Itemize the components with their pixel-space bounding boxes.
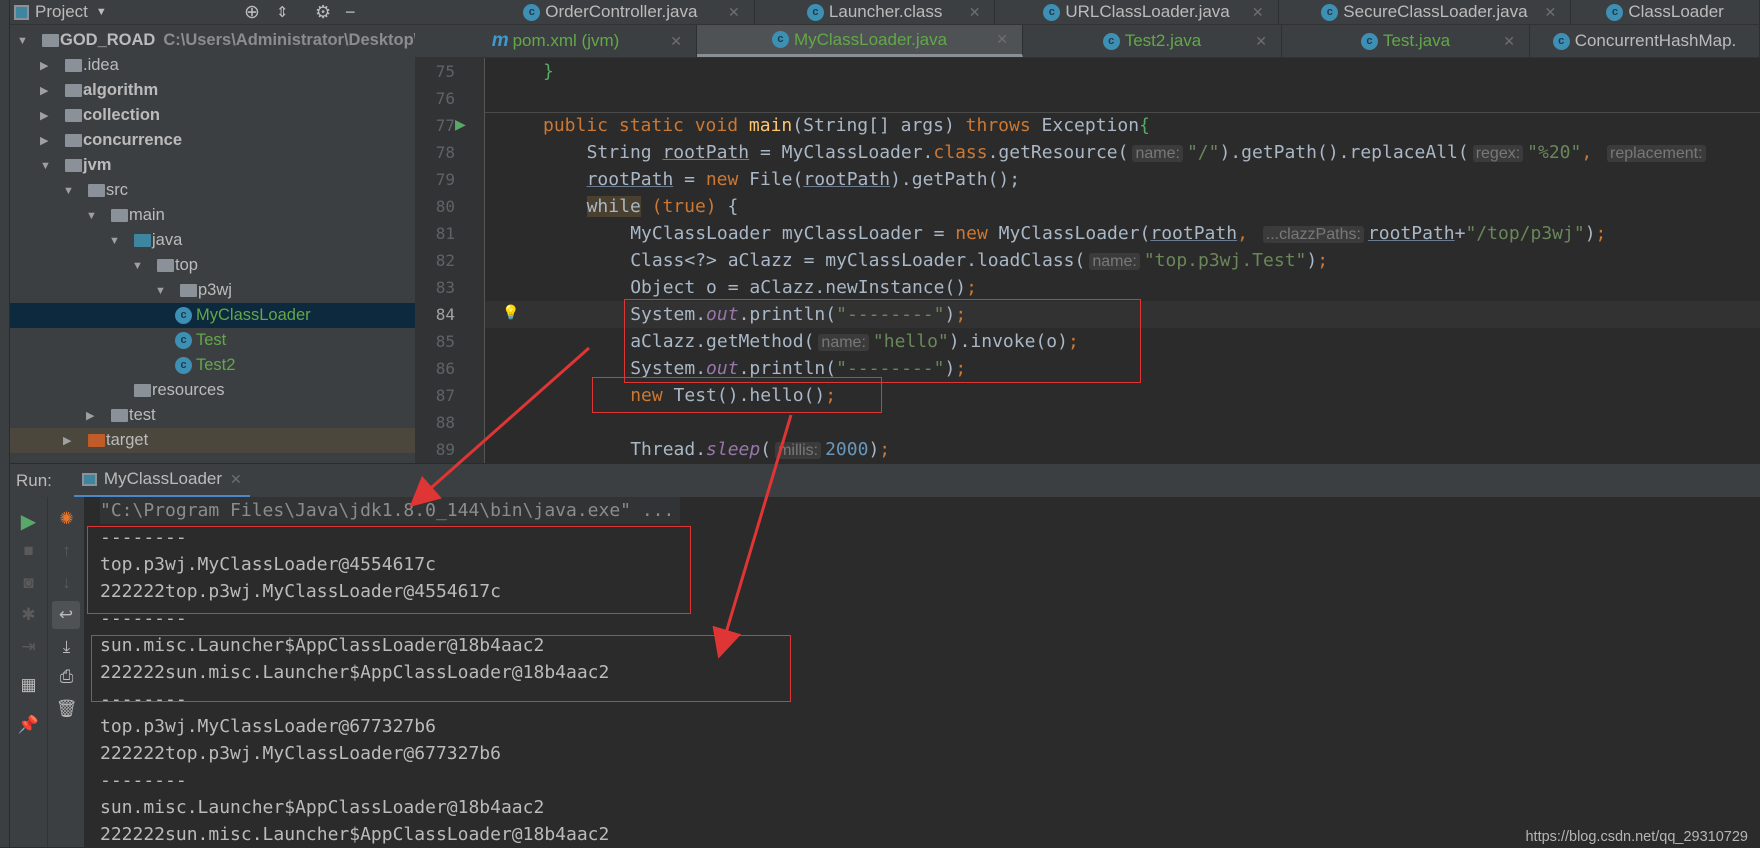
lightbulb-icon[interactable]: 💡 bbox=[502, 304, 519, 321]
annotation-arrow-1 bbox=[409, 346, 590, 507]
annotation-arrows bbox=[409, 346, 793, 659]
watermark: https://blog.csdn.net/qq_29310729 bbox=[1525, 829, 1748, 845]
annotation-arrow-2 bbox=[712, 414, 793, 659]
run-gutter-icon[interactable]: ▶ bbox=[455, 116, 466, 133]
